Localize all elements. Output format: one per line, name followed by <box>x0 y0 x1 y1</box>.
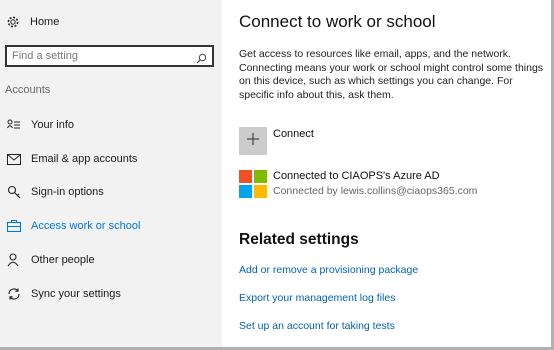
window-border <box>0 0 554 350</box>
